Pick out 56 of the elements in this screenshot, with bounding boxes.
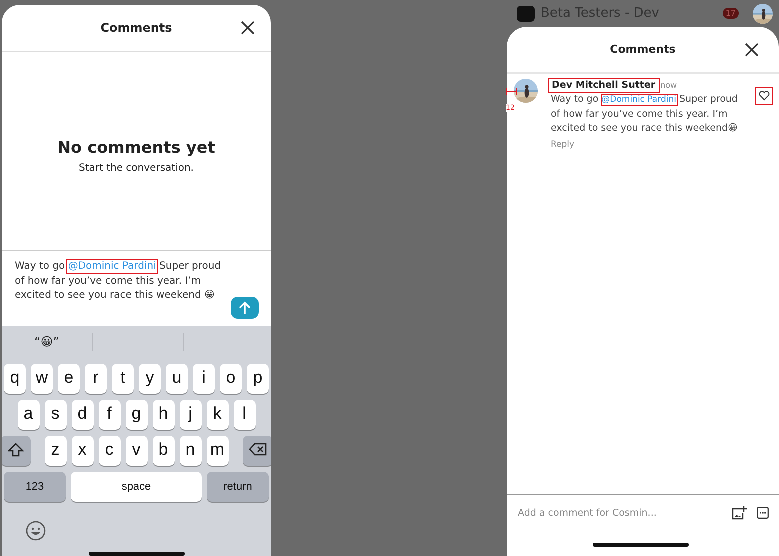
emoji-icon[interactable]	[26, 521, 46, 541]
sheet-title: Comments	[100, 21, 172, 35]
close-icon[interactable]	[241, 21, 255, 35]
keyboard-key[interactable]: u	[166, 364, 188, 394]
heart-icon	[758, 91, 770, 101]
keyboard-key[interactable]: n	[180, 436, 202, 466]
keyboard-key[interactable]: p	[247, 364, 269, 394]
return-key[interactable]: return	[207, 472, 269, 502]
keyboard-key[interactable]: x	[72, 436, 94, 466]
shift-icon	[8, 442, 24, 456]
keyboard-key[interactable]: h	[152, 400, 174, 430]
keyboard-key[interactable]: f	[98, 400, 120, 430]
author-name: Dev Mitchell Sutter	[549, 79, 659, 92]
image-add-icon[interactable]	[732, 506, 747, 520]
keyboard-key[interactable]: i	[193, 364, 215, 394]
numbers-key[interactable]: 123	[4, 472, 66, 502]
channel-title: Beta Testers - Dev	[541, 6, 660, 21]
space-key[interactable]: space	[71, 472, 202, 502]
keyboard-key[interactable]: o	[220, 364, 242, 394]
reply-link[interactable]: Reply	[549, 140, 753, 150]
delete-key[interactable]	[242, 436, 271, 466]
keyboard-key[interactable]: q	[4, 364, 26, 394]
app-icon	[517, 6, 535, 22]
notification-badge: 17	[722, 8, 739, 19]
keyboard-key[interactable]: b	[152, 436, 174, 466]
comment-input[interactable]: Way to go @Dominic Pardini Super proud of how far you’ve come this year. I’m excited to see you race this weekend 😀	[15, 260, 225, 304]
comment-input[interactable]: Add a comment for Cosmin...	[518, 508, 722, 518]
comment-text: Way to go @Dominic Pardini Super proud of how far you’ve come this year. I’m excited to see you race this weekend😀	[550, 93, 739, 136]
keyboard-key[interactable]: a	[18, 400, 40, 430]
shift-key[interactable]	[2, 436, 30, 466]
sheet-title: Comments	[610, 43, 676, 56]
keyboard-key[interactable]: v	[126, 436, 148, 466]
empty-state-title: No comments yet	[58, 138, 216, 157]
gif-icon[interactable]	[757, 507, 769, 519]
keyboard-key[interactable]: c	[98, 436, 120, 466]
arrow-up-icon	[238, 301, 252, 315]
keyboard-key[interactable]: d	[72, 400, 94, 430]
send-button[interactable]	[231, 297, 259, 319]
keyboard-key[interactable]: e	[58, 364, 80, 394]
close-icon[interactable]	[745, 43, 759, 57]
keyboard-key[interactable]: m	[206, 436, 228, 466]
keyboard-key[interactable]: g	[126, 400, 148, 430]
keyboard-key[interactable]: k	[206, 400, 228, 430]
keyboard-key[interactable]: t	[112, 364, 134, 394]
keyboard-key[interactable]: w	[31, 364, 53, 394]
like-button[interactable]	[757, 89, 771, 103]
keyboard-key[interactable]: j	[180, 400, 202, 430]
backspace-icon	[248, 443, 266, 456]
keyboard-key[interactable]: r	[85, 364, 107, 394]
suggestion-item[interactable]: “😀”	[2, 335, 92, 349]
timestamp: now	[660, 81, 678, 90]
keyboard-key[interactable]: l	[234, 400, 256, 430]
keyboard-key[interactable]: s	[44, 400, 66, 430]
empty-state-subtitle: Start the conversation.	[78, 163, 194, 174]
keyboard-key[interactable]: z	[44, 436, 66, 466]
keyboard-key[interactable]: y	[139, 364, 161, 394]
